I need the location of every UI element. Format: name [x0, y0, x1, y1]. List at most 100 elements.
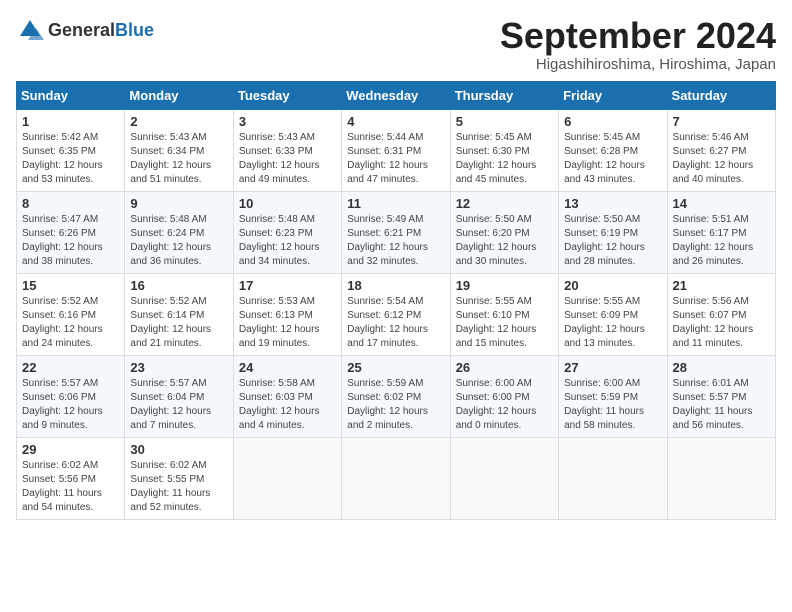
day-info: Sunrise: 5:55 AMSunset: 6:09 PMDaylight:… — [564, 296, 645, 349]
calendar-header-row: SundayMondayTuesdayWednesdayThursdayFrid… — [17, 81, 776, 109]
day-number: 14 — [673, 196, 770, 211]
day-info: Sunrise: 5:44 AMSunset: 6:31 PMDaylight:… — [347, 132, 428, 185]
calendar-day-cell: 13 Sunrise: 5:50 AMSunset: 6:19 PMDaylig… — [559, 191, 667, 273]
calendar-day-cell — [450, 437, 558, 519]
day-info: Sunrise: 5:59 AMSunset: 6:02 PMDaylight:… — [347, 378, 428, 431]
month-title: September 2024 — [500, 16, 776, 56]
calendar-day-cell: 24 Sunrise: 5:58 AMSunset: 6:03 PMDaylig… — [233, 355, 341, 437]
day-info: Sunrise: 5:50 AMSunset: 6:20 PMDaylight:… — [456, 214, 537, 267]
day-info: Sunrise: 5:48 AMSunset: 6:24 PMDaylight:… — [130, 214, 211, 267]
calendar-day-cell — [233, 437, 341, 519]
day-number: 18 — [347, 278, 444, 293]
weekday-header-thursday: Thursday — [450, 81, 558, 109]
calendar-day-cell: 25 Sunrise: 5:59 AMSunset: 6:02 PMDaylig… — [342, 355, 450, 437]
weekday-header-sunday: Sunday — [17, 81, 125, 109]
day-info: Sunrise: 5:47 AMSunset: 6:26 PMDaylight:… — [22, 214, 103, 267]
day-number: 11 — [347, 196, 444, 211]
calendar-day-cell: 26 Sunrise: 6:00 AMSunset: 6:00 PMDaylig… — [450, 355, 558, 437]
calendar-day-cell: 2 Sunrise: 5:43 AMSunset: 6:34 PMDayligh… — [125, 109, 233, 191]
page-header: GeneralBlue September 2024 Higashihirosh… — [16, 16, 776, 73]
day-number: 7 — [673, 114, 770, 129]
day-number: 28 — [673, 360, 770, 375]
day-info: Sunrise: 6:00 AMSunset: 6:00 PMDaylight:… — [456, 378, 537, 431]
day-number: 9 — [130, 196, 227, 211]
calendar-day-cell: 16 Sunrise: 5:52 AMSunset: 6:14 PMDaylig… — [125, 273, 233, 355]
day-number: 21 — [673, 278, 770, 293]
day-number: 26 — [456, 360, 553, 375]
calendar-day-cell: 6 Sunrise: 5:45 AMSunset: 6:28 PMDayligh… — [559, 109, 667, 191]
calendar-week-row: 15 Sunrise: 5:52 AMSunset: 6:16 PMDaylig… — [17, 273, 776, 355]
calendar-day-cell: 28 Sunrise: 6:01 AMSunset: 5:57 PMDaylig… — [667, 355, 775, 437]
calendar-day-cell: 4 Sunrise: 5:44 AMSunset: 6:31 PMDayligh… — [342, 109, 450, 191]
day-number: 23 — [130, 360, 227, 375]
calendar-day-cell: 22 Sunrise: 5:57 AMSunset: 6:06 PMDaylig… — [17, 355, 125, 437]
day-info: Sunrise: 5:43 AMSunset: 6:33 PMDaylight:… — [239, 132, 320, 185]
day-number: 20 — [564, 278, 661, 293]
calendar-day-cell: 3 Sunrise: 5:43 AMSunset: 6:33 PMDayligh… — [233, 109, 341, 191]
day-info: Sunrise: 5:50 AMSunset: 6:19 PMDaylight:… — [564, 214, 645, 267]
day-info: Sunrise: 5:49 AMSunset: 6:21 PMDaylight:… — [347, 214, 428, 267]
calendar-day-cell: 12 Sunrise: 5:50 AMSunset: 6:20 PMDaylig… — [450, 191, 558, 273]
calendar-day-cell: 30 Sunrise: 6:02 AMSunset: 5:55 PMDaylig… — [125, 437, 233, 519]
day-info: Sunrise: 6:02 AMSunset: 5:56 PMDaylight:… — [22, 460, 102, 513]
day-info: Sunrise: 5:42 AMSunset: 6:35 PMDaylight:… — [22, 132, 103, 185]
calendar-week-row: 8 Sunrise: 5:47 AMSunset: 6:26 PMDayligh… — [17, 191, 776, 273]
day-info: Sunrise: 5:57 AMSunset: 6:06 PMDaylight:… — [22, 378, 103, 431]
calendar-day-cell: 27 Sunrise: 6:00 AMSunset: 5:59 PMDaylig… — [559, 355, 667, 437]
calendar-day-cell: 7 Sunrise: 5:46 AMSunset: 6:27 PMDayligh… — [667, 109, 775, 191]
day-info: Sunrise: 6:01 AMSunset: 5:57 PMDaylight:… — [673, 378, 753, 431]
day-number: 19 — [456, 278, 553, 293]
calendar-table: SundayMondayTuesdayWednesdayThursdayFrid… — [16, 81, 776, 520]
calendar-body: 1 Sunrise: 5:42 AMSunset: 6:35 PMDayligh… — [17, 109, 776, 519]
calendar-day-cell: 11 Sunrise: 5:49 AMSunset: 6:21 PMDaylig… — [342, 191, 450, 273]
day-info: Sunrise: 5:54 AMSunset: 6:12 PMDaylight:… — [347, 296, 428, 349]
calendar-week-row: 22 Sunrise: 5:57 AMSunset: 6:06 PMDaylig… — [17, 355, 776, 437]
day-info: Sunrise: 5:45 AMSunset: 6:28 PMDaylight:… — [564, 132, 645, 185]
calendar-day-cell: 18 Sunrise: 5:54 AMSunset: 6:12 PMDaylig… — [342, 273, 450, 355]
day-info: Sunrise: 5:46 AMSunset: 6:27 PMDaylight:… — [673, 132, 754, 185]
logo-general-text: General — [48, 20, 115, 40]
day-info: Sunrise: 5:57 AMSunset: 6:04 PMDaylight:… — [130, 378, 211, 431]
calendar-week-row: 1 Sunrise: 5:42 AMSunset: 6:35 PMDayligh… — [17, 109, 776, 191]
calendar-day-cell: 20 Sunrise: 5:55 AMSunset: 6:09 PMDaylig… — [559, 273, 667, 355]
weekday-header-monday: Monday — [125, 81, 233, 109]
day-number: 10 — [239, 196, 336, 211]
day-number: 6 — [564, 114, 661, 129]
day-number: 13 — [564, 196, 661, 211]
calendar-day-cell — [559, 437, 667, 519]
calendar-day-cell: 19 Sunrise: 5:55 AMSunset: 6:10 PMDaylig… — [450, 273, 558, 355]
day-number: 30 — [130, 442, 227, 457]
day-number: 5 — [456, 114, 553, 129]
day-info: Sunrise: 6:00 AMSunset: 5:59 PMDaylight:… — [564, 378, 644, 431]
calendar-day-cell: 23 Sunrise: 5:57 AMSunset: 6:04 PMDaylig… — [125, 355, 233, 437]
calendar-week-row: 29 Sunrise: 6:02 AMSunset: 5:56 PMDaylig… — [17, 437, 776, 519]
calendar-day-cell: 29 Sunrise: 6:02 AMSunset: 5:56 PMDaylig… — [17, 437, 125, 519]
logo-blue-text: Blue — [115, 20, 154, 40]
title-area: September 2024 Higashihiroshima, Hiroshi… — [500, 16, 776, 73]
day-info: Sunrise: 5:55 AMSunset: 6:10 PMDaylight:… — [456, 296, 537, 349]
calendar-day-cell: 15 Sunrise: 5:52 AMSunset: 6:16 PMDaylig… — [17, 273, 125, 355]
day-number: 29 — [22, 442, 119, 457]
logo-icon — [16, 16, 44, 44]
day-info: Sunrise: 5:43 AMSunset: 6:34 PMDaylight:… — [130, 132, 211, 185]
day-number: 22 — [22, 360, 119, 375]
calendar-day-cell: 1 Sunrise: 5:42 AMSunset: 6:35 PMDayligh… — [17, 109, 125, 191]
calendar-day-cell: 17 Sunrise: 5:53 AMSunset: 6:13 PMDaylig… — [233, 273, 341, 355]
weekday-header-friday: Friday — [559, 81, 667, 109]
day-number: 2 — [130, 114, 227, 129]
day-number: 24 — [239, 360, 336, 375]
day-number: 8 — [22, 196, 119, 211]
day-info: Sunrise: 5:48 AMSunset: 6:23 PMDaylight:… — [239, 214, 320, 267]
weekday-header-saturday: Saturday — [667, 81, 775, 109]
day-number: 27 — [564, 360, 661, 375]
day-number: 12 — [456, 196, 553, 211]
calendar-day-cell: 8 Sunrise: 5:47 AMSunset: 6:26 PMDayligh… — [17, 191, 125, 273]
weekday-header-wednesday: Wednesday — [342, 81, 450, 109]
day-info: Sunrise: 6:02 AMSunset: 5:55 PMDaylight:… — [130, 460, 210, 513]
logo: GeneralBlue — [16, 16, 154, 44]
day-number: 25 — [347, 360, 444, 375]
weekday-header-tuesday: Tuesday — [233, 81, 341, 109]
calendar-day-cell: 5 Sunrise: 5:45 AMSunset: 6:30 PMDayligh… — [450, 109, 558, 191]
day-info: Sunrise: 5:52 AMSunset: 6:16 PMDaylight:… — [22, 296, 103, 349]
day-number: 15 — [22, 278, 119, 293]
